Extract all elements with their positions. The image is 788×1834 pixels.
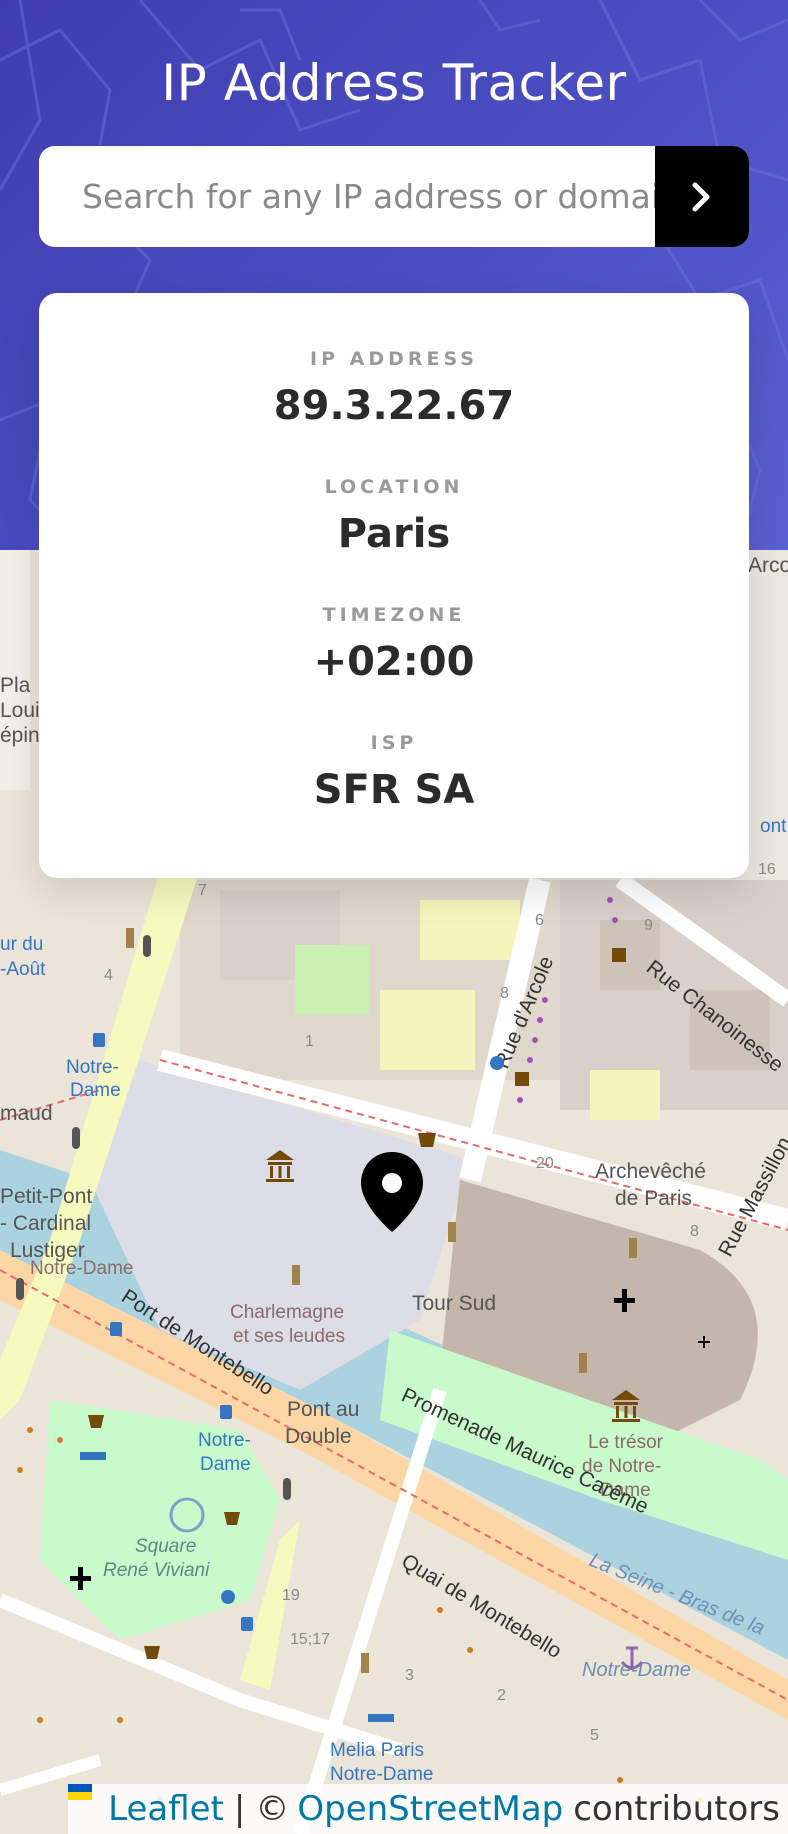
map-label-naud: maud — [0, 1102, 53, 1125]
parking-icon — [283, 1478, 291, 1500]
map-label-melia2: Notre-Dame — [330, 1764, 433, 1785]
map-label-petit-pont: Petit-Pont — [0, 1185, 92, 1208]
map-label-notre-dame-2: Notre- — [198, 1430, 251, 1451]
map-label-tour-sud: Tour Sud — [412, 1292, 496, 1315]
map-label-square: Square — [135, 1536, 196, 1557]
bus-stop-icon — [220, 1405, 232, 1419]
ip-address-group: IP ADDRESS 89.3.22.67 — [39, 345, 749, 473]
map-num-8b: 8 — [690, 1223, 699, 1240]
ip-address-label: IP ADDRESS — [310, 348, 478, 370]
map-num-16: 16 — [758, 861, 776, 878]
ip-address-value: 89.3.22.67 — [273, 383, 515, 429]
map-label-aout2: -Août — [0, 959, 46, 980]
timezone-value: +02:00 — [313, 639, 475, 685]
search-input[interactable] — [39, 146, 655, 247]
location-label: LOCATION — [324, 476, 464, 498]
map-num-9: 9 — [644, 917, 653, 934]
map-num-4: 4 — [104, 967, 113, 984]
map-num-20: 20 — [536, 1155, 554, 1172]
parking-icon — [143, 935, 151, 957]
monument-icon — [448, 1222, 456, 1242]
timezone-label: TIMEZONE — [322, 604, 466, 626]
map-label-arco: Arco — [748, 554, 788, 577]
timezone-group: TIMEZONE +02:00 — [39, 601, 749, 729]
map-label-rene-viviani: René Viviani — [103, 1560, 210, 1581]
attribution-separator: | — [233, 1789, 246, 1829]
map-label-notre-dame-2b: Dame — [200, 1454, 251, 1475]
location-value: Paris — [337, 511, 451, 557]
monument-icon — [126, 928, 134, 948]
map-num-6: 6 — [535, 912, 544, 929]
bus-stop-icon — [241, 1617, 253, 1631]
map-num-8a: 8 — [500, 985, 509, 1002]
map-label-notre-dame-1: Notre- — [66, 1057, 119, 1078]
map-label-archeveche: Archevêché — [595, 1160, 706, 1183]
parking-icon — [72, 1127, 80, 1149]
map-label-de-paris: de Paris — [615, 1187, 692, 1210]
map-label-place: Pla — [0, 674, 31, 697]
isp-label: ISP — [370, 732, 418, 754]
monument-icon — [629, 1238, 637, 1258]
isp-value: SFR SA — [313, 767, 475, 813]
map-num-1: 1 — [305, 1033, 314, 1050]
map-num-1517: 15;17 — [290, 1631, 330, 1648]
cafe-icon — [418, 1133, 436, 1147]
map-label-notre-dame-1b: Dame — [70, 1080, 121, 1101]
osm-link[interactable]: OpenStreetMap — [297, 1789, 563, 1829]
ukraine-flag-icon — [68, 1784, 102, 1817]
map-label-lepine: épin — [0, 724, 40, 747]
bus-stop-icon — [93, 1033, 105, 1047]
map-num-19: 19 — [282, 1587, 300, 1604]
map-label-melia: Melia Paris — [330, 1740, 424, 1761]
map-label-aout: ur du — [0, 934, 43, 955]
leaflet-link[interactable]: Leaflet — [108, 1789, 224, 1829]
map-label-notre-dame-anchor: Notre-Dame — [582, 1659, 691, 1681]
isp-group: ISP SFR SA — [39, 729, 749, 857]
map-num-7: 7 — [198, 882, 207, 899]
map-attribution: Leaflet | © OpenStreetMap contributors — [68, 1784, 788, 1834]
attribution-copyright: © — [255, 1789, 290, 1829]
map-label-notre-dame-small: Notre-Dame — [30, 1258, 133, 1279]
map-num-2: 2 — [497, 1687, 506, 1704]
map-num-3: 3 — [405, 1667, 414, 1684]
hotel-icon — [368, 1714, 394, 1722]
bank-icon — [612, 948, 626, 962]
search-bar — [39, 146, 749, 247]
ip-info-card: IP ADDRESS 89.3.22.67 LOCATION Paris TIM… — [39, 293, 749, 878]
map-label-font: ont — [760, 816, 787, 837]
monument-icon — [361, 1653, 369, 1673]
attribution-contributors: contributors — [573, 1789, 780, 1829]
map-label-double: Double — [285, 1425, 352, 1448]
hotel-icon — [80, 1452, 106, 1460]
map-label-et-ses-leudes: et ses leudes — [233, 1326, 345, 1347]
monument-icon — [292, 1265, 300, 1285]
map-label-cardinal: - Cardinal — [0, 1212, 91, 1235]
bicycle-icon — [221, 1590, 235, 1604]
bank-icon — [515, 1072, 529, 1086]
location-group: LOCATION Paris — [39, 473, 749, 601]
page-title: IP Address Tracker — [161, 54, 627, 112]
parking-icon — [16, 1278, 24, 1300]
search-submit-button[interactable] — [655, 146, 749, 247]
map-label-pont-au: Pont au — [287, 1398, 359, 1421]
chevron-right-icon — [692, 182, 710, 211]
monument-icon — [579, 1353, 587, 1373]
bicycle-icon — [490, 1056, 504, 1070]
bus-stop-icon — [110, 1322, 122, 1336]
map-label-le-tresor: Le trésor — [588, 1432, 664, 1453]
map-label-charlemagne: Charlemagne — [230, 1302, 344, 1323]
map-num-5: 5 — [590, 1727, 599, 1744]
